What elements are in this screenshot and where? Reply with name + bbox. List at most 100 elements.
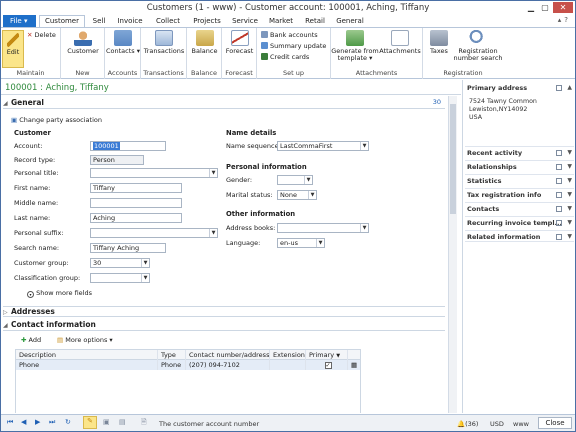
more-options-button[interactable]: ▤ More options ▾ — [57, 336, 113, 344]
chevron-down-icon[interactable]: ▼ — [567, 217, 572, 229]
factbox-window-icon[interactable] — [556, 220, 562, 226]
tab-customer[interactable]: Customer — [39, 15, 85, 27]
column-header-type[interactable]: Type — [158, 350, 186, 360]
marital-status-label: Marital status: — [226, 191, 273, 199]
last-record-icon[interactable]: ⏭ — [49, 418, 55, 427]
tab-general[interactable]: General — [333, 15, 367, 27]
add-contact-button[interactable]: ✚ Add — [21, 336, 41, 344]
factbox-window-icon[interactable] — [556, 206, 562, 212]
factbox-window-icon[interactable] — [556, 164, 562, 170]
search-name-field[interactable]: Tiffany Aching — [90, 243, 166, 253]
factbox-window-icon[interactable] — [556, 85, 562, 91]
row-action-icon[interactable]: ▦ — [348, 360, 362, 370]
factbox-tax-registration[interactable]: Tax registration info ▼ — [465, 188, 574, 200]
table-row[interactable]: Phone Phone (207) 094-7102 ✓ ▦ — [16, 360, 360, 370]
factbox-relationships[interactable]: Relationships ▼ — [465, 160, 574, 172]
personal-suffix-select[interactable]: ▼ — [90, 228, 218, 238]
factbox-recurring-invoice[interactable]: Recurring invoice templ... ▼ — [465, 216, 574, 228]
help-controls[interactable]: ▴? — [558, 16, 571, 24]
chevron-up-icon[interactable]: ▲ — [567, 82, 572, 94]
tab-collect[interactable]: Collect — [151, 15, 185, 27]
last-name-field[interactable]: Aching — [90, 213, 182, 223]
general-section-header[interactable]: ◢ General 30 — [3, 98, 445, 109]
generate-from-template-button[interactable]: Generate from template ▾ — [331, 30, 379, 62]
document-icon[interactable]: 🗎 — [141, 418, 147, 429]
close-window-button[interactable]: ✕ — [553, 2, 573, 13]
balance-button[interactable]: Balance — [189, 30, 220, 55]
column-header-description[interactable]: Description — [16, 350, 158, 360]
addresses-section-header[interactable]: ▷ Addresses — [3, 306, 445, 317]
form-body: ◢ General 30 ▣ Change party association C… — [1, 96, 448, 413]
language-select[interactable]: en-us ▼ — [277, 238, 325, 248]
close-button[interactable]: Close — [538, 417, 572, 429]
bank-accounts-button[interactable]: Bank accounts — [261, 31, 318, 39]
personal-title-select[interactable]: ▼ — [90, 168, 218, 178]
customer-group-title: Customer — [14, 129, 51, 137]
transactions-button[interactable]: Transactions — [143, 30, 185, 55]
factbox-window-icon[interactable] — [556, 234, 562, 240]
chevron-down-icon[interactable]: ▼ — [567, 189, 572, 201]
scrollbar-thumb[interactable] — [450, 104, 456, 214]
file-menu-tab[interactable]: File ▾ — [3, 15, 36, 27]
factbox-window-icon[interactable] — [556, 192, 562, 198]
attachments-button[interactable]: Attachments — [379, 30, 421, 55]
refresh-icon[interactable]: ↻ — [65, 418, 71, 426]
help-icon[interactable]: ? — [564, 16, 571, 24]
tab-projects[interactable]: Projects — [189, 15, 225, 27]
factbox-primary-address[interactable]: Primary address ▲ — [465, 82, 574, 94]
show-more-fields-button[interactable]: ▾ Show more fields — [27, 289, 92, 298]
change-party-association-button[interactable]: ▣ Change party association — [11, 116, 102, 124]
taxes-button[interactable]: Taxes — [425, 30, 453, 55]
currency-indicator[interactable]: USD — [490, 420, 504, 428]
new-customer-button[interactable]: Customer — [65, 30, 101, 55]
customer-group-select[interactable]: 30 ▼ — [90, 258, 150, 268]
details-view-icon[interactable]: ▤ — [119, 418, 126, 426]
company-indicator[interactable]: www — [513, 420, 529, 428]
next-record-icon[interactable]: ▶ — [35, 418, 40, 426]
column-header-primary[interactable]: Primary ▼ — [306, 350, 348, 360]
grid-view-icon[interactable]: ▣ — [103, 418, 110, 426]
edit-mode-icon[interactable]: ✎ — [83, 416, 97, 429]
primary-checkbox[interactable]: ✓ — [306, 360, 348, 370]
classification-group-select[interactable]: ▼ — [90, 273, 150, 283]
chevron-down-icon[interactable]: ▼ — [567, 161, 572, 173]
form-scrollbar[interactable] — [448, 96, 457, 413]
column-header-extension[interactable]: Extension — [270, 350, 306, 360]
previous-record-icon[interactable]: ◀ — [21, 418, 26, 426]
contact-section-header[interactable]: ◢ Contact information — [3, 320, 445, 331]
first-name-field[interactable]: Tiffany — [90, 183, 182, 193]
chevron-down-icon[interactable]: ▼ — [567, 203, 572, 215]
column-header-contact-number[interactable]: Contact number/address — [186, 350, 270, 360]
factbox-window-icon[interactable] — [556, 178, 562, 184]
chevron-down-icon[interactable]: ▼ — [567, 147, 572, 159]
chevron-down-icon[interactable]: ▼ — [567, 231, 572, 243]
chevron-down-icon[interactable]: ▼ — [567, 175, 572, 187]
factbox-window-icon[interactable] — [556, 150, 562, 156]
address-books-select[interactable]: ▼ — [277, 223, 369, 233]
factbox-related-information[interactable]: Related information ▼ — [465, 230, 574, 242]
delete-button[interactable]: ✕ Delete — [27, 31, 56, 39]
factbox-contacts[interactable]: Contacts ▼ — [465, 202, 574, 214]
tab-market[interactable]: Market — [265, 15, 297, 27]
notifications-indicator[interactable]: 🔔(36) — [457, 420, 478, 428]
summary-update-button[interactable]: Summary update — [261, 42, 326, 50]
maximize-button[interactable]: ▢ — [539, 2, 551, 13]
factbox-statistics[interactable]: Statistics ▼ — [465, 174, 574, 186]
tab-service[interactable]: Service — [229, 15, 261, 27]
tab-invoice[interactable]: Invoice — [114, 15, 146, 27]
account-field[interactable]: 100001 — [90, 141, 166, 151]
tab-sell[interactable]: Sell — [87, 15, 111, 27]
marital-status-select[interactable]: None ▼ — [277, 190, 317, 200]
gender-select[interactable]: ▼ — [277, 175, 313, 185]
tab-retail[interactable]: Retail — [301, 15, 329, 27]
factbox-recent-activity[interactable]: Recent activity ▼ — [465, 146, 574, 158]
credit-cards-button[interactable]: Credit cards — [261, 53, 309, 61]
minimize-button[interactable]: ▁ — [525, 2, 537, 13]
contacts-button[interactable]: Contacts ▾ — [105, 30, 141, 55]
middle-name-field[interactable] — [90, 198, 182, 208]
name-sequence-select[interactable]: LastCommaFirst ▼ — [277, 141, 369, 151]
registration-number-search-button[interactable]: Registration number search — [453, 30, 503, 62]
forecast-button[interactable]: Forecast — [224, 30, 255, 55]
first-record-icon[interactable]: ⏮ — [7, 418, 13, 427]
edit-button[interactable]: Edit — [2, 30, 24, 68]
